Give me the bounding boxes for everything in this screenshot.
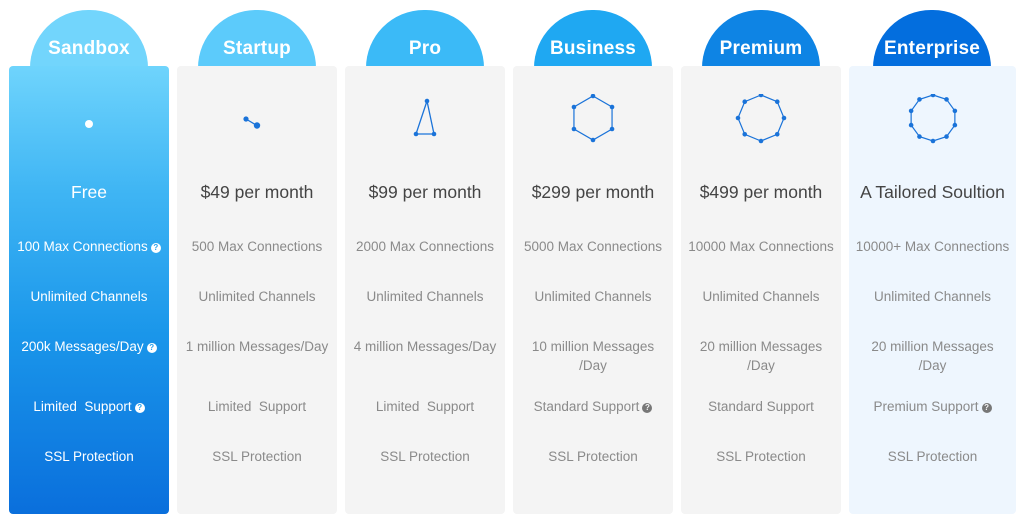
network-node [571,126,577,132]
feature-messages: 20 million Messages/Day [699,339,823,373]
feature-support: Standard Support? [513,397,673,416]
feature-support: Standard Support [708,399,814,414]
plan-price: $499 per month [699,182,823,202]
feature-messages: 200k Messages/Day? [9,337,169,356]
feature-ssl: SSL Protection [380,449,470,464]
two-node-icon [227,94,287,154]
plan-card-enterprise[interactable]: A Tailored Soultion 10000+ Max Connectio… [849,66,1016,514]
feature-support: Limited Support [375,399,475,414]
help-icon[interactable]: ? [146,343,157,353]
network-node [609,104,615,110]
plan-tab-pro[interactable]: Pro [366,10,484,68]
help-icon[interactable]: ? [642,403,653,413]
network-node [590,94,596,99]
network-node [908,122,913,128]
feature-support: Limited Support? [9,397,169,416]
network-node [609,126,615,132]
network-node [781,115,787,121]
network-node [943,134,949,139]
plan-column-enterprise: Enterprise A Tailored Soultion 10000+ Ma… [849,0,1016,525]
feature-messages: 10 million Messages/Day [531,339,655,373]
plan-price: A Tailored Soultion [860,182,1005,202]
network-node [952,122,957,128]
plan-price: $99 per month [368,182,482,202]
network-edge [910,94,955,142]
network-node [916,97,922,102]
network-node [930,138,935,144]
network-edge [573,95,613,141]
feature-ssl: SSL Protection [44,449,134,464]
feature-channels: Unlimited Channels [873,289,992,304]
plan-price: $299 per month [531,182,655,202]
plan-card-business[interactable]: $299 per month 5000 Max Connections Unli… [513,66,673,514]
network-node [774,131,780,137]
help-icon[interactable]: ? [150,243,161,253]
triangle-network-icon [395,94,455,154]
plan-price: Free [71,182,107,202]
feature-ssl: SSL Protection [887,449,978,464]
network-node [952,108,957,114]
feature-messages: 4 million Messages/Day [353,339,497,354]
network-node [742,99,748,105]
plan-card-pro[interactable]: $99 per month 2000 Max Connections Unlim… [345,66,505,514]
plan-card-startup[interactable]: $49 per month 500 Max Connections Unlimi… [177,66,337,514]
feature-connections: 100 Max Connections? [9,237,169,256]
feature-channels: Unlimited Channels [30,289,148,304]
feature-connections: 5000 Max Connections [523,239,663,254]
feature-connections: 500 Max Connections [191,239,323,254]
plan-tab-sandbox[interactable]: Sandbox [30,10,148,68]
plan-tab-premium[interactable]: Premium [702,10,820,68]
network-node [943,97,949,102]
plan-column-premium: Premium $499 per month 10000 Max Connect… [681,0,841,525]
network-node [758,94,764,98]
plan-column-pro: Pro $99 per month 2000 Max Connections U… [345,0,505,525]
plan-column-sandbox: Sandbox Free 100 Max Connections? Unlimi… [9,0,169,525]
feature-support: Limited Support [207,399,307,414]
feature-channels: Unlimited Channels [702,289,820,304]
network-node [916,134,922,139]
plan-column-startup: Startup $49 per month 500 Max Connection… [177,0,337,525]
feature-messages: 20 million Messages/Day [871,339,994,373]
feature-support: Premium Support? [849,397,1016,416]
help-icon[interactable]: ? [134,403,145,413]
plan-tab-business[interactable]: Business [534,10,652,68]
feature-channels: Unlimited Channels [366,289,484,304]
plan-card-premium[interactable]: $499 per month 10000 Max Connections Unl… [681,66,841,514]
network-node [742,131,748,137]
plan-tab-startup[interactable]: Startup [198,10,316,68]
help-icon[interactable]: ? [981,403,992,413]
network-node [735,115,741,121]
network-node [774,99,780,105]
octagon-network-icon [731,94,791,154]
feature-channels: Unlimited Channels [534,289,652,304]
plan-price: $49 per month [200,182,314,202]
plan-tab-enterprise[interactable]: Enterprise [873,10,991,68]
network-node [930,94,935,98]
hexagon-network-icon [563,94,623,154]
feature-messages: 1 million Messages/Day [185,339,329,354]
feature-ssl: SSL Protection [548,449,638,464]
feature-connections: 10000+ Max Connections [855,239,1010,254]
network-node [908,108,913,114]
feature-connections: 10000 Max Connections [688,239,834,254]
plan-card-sandbox[interactable]: Free 100 Max Connections? Unlimited Chan… [9,66,169,514]
feature-ssl: SSL Protection [212,449,302,464]
feature-channels: Unlimited Channels [198,289,316,304]
network-node [590,137,596,143]
network-node [571,104,577,110]
decagon-network-icon [903,94,963,154]
single-node-icon [59,94,119,154]
feature-connections: 2000 Max Connections [355,239,495,254]
plan-column-business: Business $299 per month 5000 Max Connect… [513,0,673,525]
network-node [758,138,764,144]
feature-ssl: SSL Protection [716,449,806,464]
